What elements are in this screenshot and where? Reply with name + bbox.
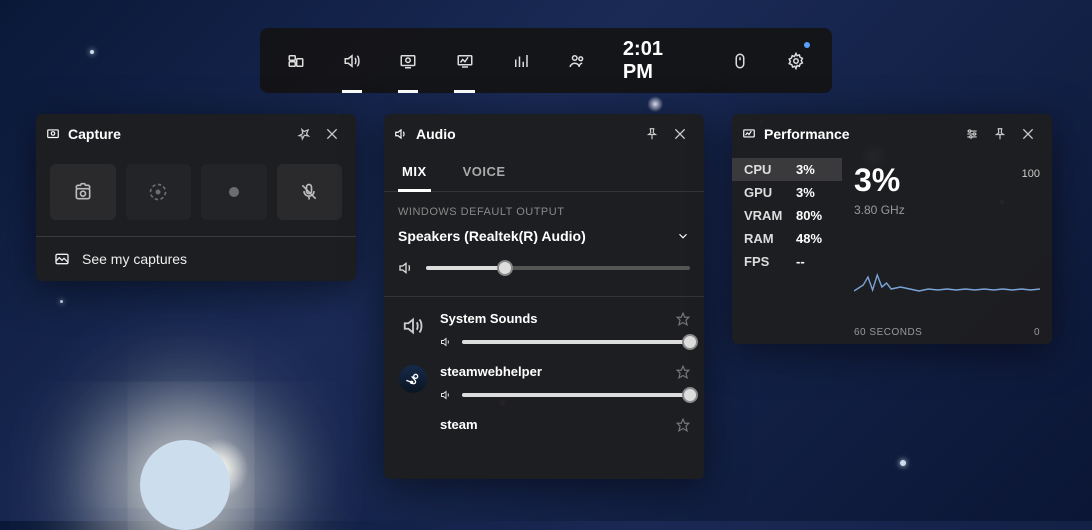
star-icon[interactable] bbox=[676, 312, 690, 326]
app-mixer-list: System Sounds steamwebhelper bbox=[384, 296, 704, 479]
slider-thumb[interactable] bbox=[682, 334, 698, 350]
performance-clock: 3.80 GHz bbox=[854, 203, 1040, 217]
app-name-label: steamwebhelper bbox=[440, 364, 542, 379]
close-icon[interactable] bbox=[666, 120, 694, 148]
audio-title: Audio bbox=[416, 126, 638, 142]
pin-icon[interactable] bbox=[290, 120, 318, 148]
chevron-down-icon bbox=[676, 229, 690, 243]
performance-graph bbox=[854, 235, 1040, 325]
see-my-captures-button[interactable]: See my captures bbox=[36, 237, 356, 281]
app-mixer-item: System Sounds bbox=[384, 305, 704, 358]
slider-thumb[interactable] bbox=[497, 260, 513, 276]
toolbar-mouse-button[interactable] bbox=[712, 28, 768, 93]
pin-icon[interactable] bbox=[986, 120, 1014, 148]
tab-voice[interactable]: VOICE bbox=[459, 154, 510, 191]
output-device-select[interactable]: Speakers (Realtek(R) Audio) bbox=[384, 224, 704, 256]
master-volume-slider[interactable] bbox=[426, 266, 690, 270]
settings-icon[interactable] bbox=[958, 120, 986, 148]
performance-main-value: 3% bbox=[854, 162, 900, 199]
graph-timeframe: 60 SECONDS bbox=[854, 327, 922, 338]
screenshot-button[interactable] bbox=[50, 164, 116, 220]
app-name-label: steam bbox=[440, 417, 478, 432]
stat-row-fps[interactable]: FPS-- bbox=[732, 250, 842, 273]
performance-stats-list: CPU3% GPU3% VRAM80% RAM48% FPS-- bbox=[732, 154, 842, 344]
toolbar-resources-button[interactable] bbox=[493, 28, 549, 93]
speaker-icon bbox=[398, 311, 428, 341]
graph-max-label: 100 bbox=[1022, 168, 1040, 180]
app-name-label: System Sounds bbox=[440, 311, 538, 326]
close-icon[interactable] bbox=[1014, 120, 1042, 148]
stat-row-vram[interactable]: VRAM80% bbox=[732, 204, 842, 227]
capture-header: Capture bbox=[36, 114, 356, 154]
steam-icon bbox=[398, 417, 428, 447]
audio-window: Audio MIX VOICE WINDOWS DEFAULT OUTPUT S… bbox=[384, 114, 704, 479]
slider-thumb[interactable] bbox=[682, 387, 698, 403]
toolbar-clock: 2:01 PM bbox=[605, 38, 712, 84]
speaker-icon[interactable] bbox=[398, 260, 414, 276]
speaker-small-icon[interactable] bbox=[440, 389, 452, 401]
toolbar-audio-button[interactable] bbox=[324, 28, 380, 93]
capture-icon bbox=[46, 127, 60, 141]
star-icon[interactable] bbox=[676, 418, 690, 432]
capture-window: Capture See my captures bbox=[36, 114, 356, 281]
record-last-button[interactable] bbox=[126, 164, 192, 220]
game-bar-toolbar: 2:01 PM bbox=[260, 28, 832, 93]
toolbar-widgets-button[interactable] bbox=[268, 28, 324, 93]
toolbar-capture-button[interactable] bbox=[380, 28, 436, 93]
toolbar-performance-button[interactable] bbox=[436, 28, 492, 93]
audio-icon bbox=[394, 127, 408, 141]
mic-toggle-button[interactable] bbox=[277, 164, 343, 220]
speaker-small-icon[interactable] bbox=[440, 336, 452, 348]
app-mixer-item: steam bbox=[384, 411, 704, 457]
capture-title: Capture bbox=[68, 126, 290, 142]
graph-min-label: 0 bbox=[1034, 327, 1040, 338]
app-volume-slider[interactable] bbox=[462, 393, 690, 397]
output-device-name: Speakers (Realtek(R) Audio) bbox=[398, 228, 586, 244]
performance-icon bbox=[742, 127, 756, 141]
performance-title: Performance bbox=[764, 126, 958, 142]
output-section-label: WINDOWS DEFAULT OUTPUT bbox=[384, 192, 704, 224]
stat-row-gpu[interactable]: GPU3% bbox=[732, 181, 842, 204]
gallery-icon bbox=[54, 251, 70, 267]
app-volume-slider[interactable] bbox=[462, 340, 690, 344]
steam-icon bbox=[398, 364, 428, 394]
settings-notification-dot bbox=[804, 42, 810, 48]
toolbar-settings-button[interactable] bbox=[768, 28, 824, 93]
record-button[interactable] bbox=[201, 164, 267, 220]
stat-row-cpu[interactable]: CPU3% bbox=[732, 158, 842, 181]
star-icon[interactable] bbox=[676, 365, 690, 379]
pin-icon[interactable] bbox=[638, 120, 666, 148]
app-mixer-item: steamwebhelper bbox=[384, 358, 704, 411]
tab-mix[interactable]: MIX bbox=[398, 154, 431, 192]
performance-window: Performance CPU3% GPU3% VRAM80% RAM48% F… bbox=[732, 114, 1052, 344]
see-my-captures-label: See my captures bbox=[82, 251, 187, 267]
stat-row-ram[interactable]: RAM48% bbox=[732, 227, 842, 250]
close-icon[interactable] bbox=[318, 120, 346, 148]
toolbar-social-button[interactable] bbox=[549, 28, 605, 93]
